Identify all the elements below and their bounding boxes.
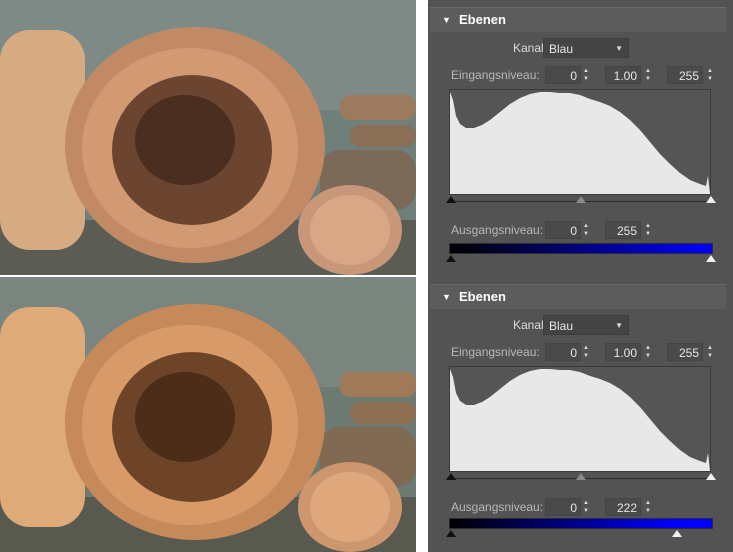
- triangle-down-icon[interactable]: ▼: [442, 8, 451, 32]
- input-black-field[interactable]: 0: [545, 343, 581, 361]
- output-white-handle[interactable]: [672, 530, 682, 537]
- input-white-field[interactable]: 255: [667, 343, 703, 361]
- channel-label: Kanal:: [513, 318, 548, 332]
- chevron-down-icon: ▼: [615, 321, 623, 330]
- channel-label: Kanal:: [513, 41, 548, 55]
- input-gamma-field[interactable]: 1.00: [605, 343, 641, 361]
- channel-select-value: Blau: [549, 42, 574, 56]
- output-gradient-bar: [449, 518, 713, 529]
- input-white-handle[interactable]: [706, 473, 716, 480]
- output-white-handle[interactable]: [706, 255, 716, 262]
- up-down-arrows-icon[interactable]: ▲ ▼: [644, 499, 652, 517]
- photo-adjusted: [0, 277, 416, 552]
- output-levels-label: Ausgangsniveau:: [451, 500, 544, 514]
- up-down-arrows-icon[interactable]: ▲ ▼: [582, 222, 590, 240]
- up-down-arrows-icon[interactable]: ▲ ▼: [582, 344, 590, 362]
- input-levels-label: Eingangsniveau:: [451, 68, 540, 82]
- input-gamma-field[interactable]: 1.00: [605, 66, 641, 84]
- up-down-arrows-icon[interactable]: ▲ ▼: [706, 344, 714, 362]
- up-down-arrows-icon[interactable]: ▲ ▼: [644, 344, 652, 362]
- chevron-down-icon: ▼: [615, 44, 623, 53]
- input-white-handle[interactable]: [706, 196, 716, 203]
- output-white-field[interactable]: 222: [605, 498, 641, 516]
- output-black-handle[interactable]: [446, 530, 456, 537]
- input-white-field[interactable]: 255: [667, 66, 703, 84]
- histogram: [449, 366, 711, 472]
- channel-select[interactable]: Blau ▼: [543, 315, 629, 335]
- input-gamma-handle[interactable]: [576, 196, 586, 203]
- levels-section-2: ▼ Ebenen Kanal: Blau ▼ Eingangsniveau: 0…: [430, 284, 730, 552]
- output-black-field[interactable]: 0: [545, 221, 581, 239]
- up-down-arrows-icon[interactable]: ▲ ▼: [582, 67, 590, 85]
- output-gradient-bar: [449, 243, 713, 254]
- input-black-field[interactable]: 0: [545, 66, 581, 84]
- up-down-arrows-icon[interactable]: ▲ ▼: [582, 499, 590, 517]
- section-header[interactable]: ▼ Ebenen: [430, 284, 726, 309]
- up-down-arrows-icon[interactable]: ▲ ▼: [706, 67, 714, 85]
- input-gamma-handle[interactable]: [576, 473, 586, 480]
- input-black-handle[interactable]: [446, 196, 456, 203]
- section-title: Ebenen: [459, 289, 506, 304]
- up-down-arrows-icon[interactable]: ▲ ▼: [644, 67, 652, 85]
- up-down-arrows-icon[interactable]: ▲ ▼: [644, 222, 652, 240]
- channel-select-value: Blau: [549, 319, 574, 333]
- histogram: [449, 89, 711, 195]
- input-levels-label: Eingangsniveau:: [451, 345, 540, 359]
- input-black-handle[interactable]: [446, 473, 456, 480]
- output-black-field[interactable]: 0: [545, 498, 581, 516]
- triangle-down-icon[interactable]: ▼: [442, 285, 451, 309]
- photo-original: [0, 0, 416, 275]
- channel-select[interactable]: Blau ▼: [543, 38, 629, 58]
- section-title: Ebenen: [459, 12, 506, 27]
- output-white-field[interactable]: 255: [605, 221, 641, 239]
- output-black-handle[interactable]: [446, 255, 456, 262]
- section-header[interactable]: ▼ Ebenen: [430, 7, 726, 32]
- output-levels-label: Ausgangsniveau:: [451, 223, 544, 237]
- levels-section-1: ▼ Ebenen Kanal: Blau ▼ Eingangsniveau: 0…: [430, 7, 730, 275]
